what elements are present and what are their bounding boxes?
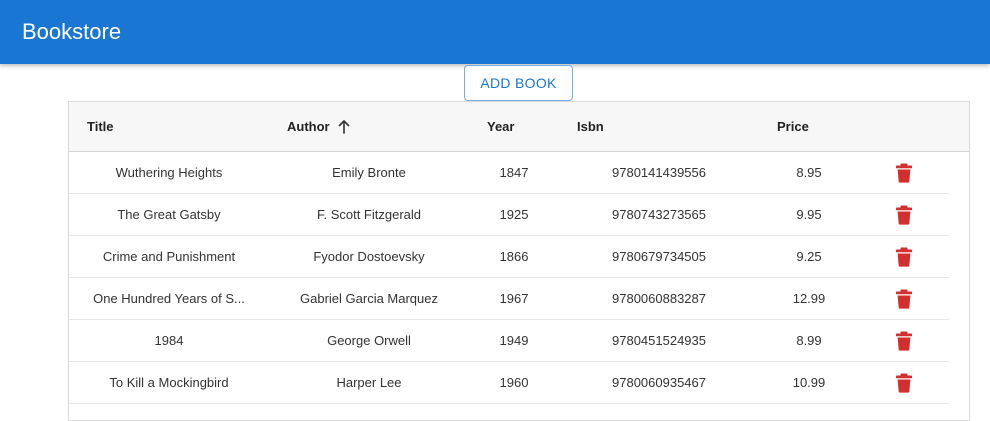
table-row[interactable]: Crime and Punishment Fyodor Dostoevsky 186… xyxy=(69,236,949,278)
delete-button[interactable] xyxy=(879,236,929,277)
cell-title: To Kill a Mockingbird xyxy=(109,375,229,390)
cell-isbn: 9780679734505 xyxy=(612,249,706,264)
trash-icon xyxy=(896,163,912,183)
app-title: Bookstore xyxy=(22,19,122,44)
trash-icon xyxy=(896,373,912,393)
delete-button[interactable] xyxy=(879,194,929,235)
table-row[interactable]: One Hundred Years of S... Gabriel Garcia … xyxy=(69,278,949,320)
cell-title: Crime and Punishment xyxy=(102,249,236,264)
cell-isbn: 9780060935467 xyxy=(612,375,706,390)
cell-year: 1960 xyxy=(499,375,529,390)
column-header-author-label: Author xyxy=(287,119,330,134)
cell-title: Wuthering Heights xyxy=(115,165,223,180)
cell-year: 1866 xyxy=(499,249,529,264)
table-row[interactable]: To Kill a Mockingbird Harper Lee 1960 97800… xyxy=(69,362,949,404)
trash-icon xyxy=(896,205,912,225)
delete-button[interactable] xyxy=(879,320,929,361)
cell-title: 1984 xyxy=(154,333,184,348)
delete-button[interactable] xyxy=(879,278,929,319)
cell-year: 1967 xyxy=(499,291,529,306)
arrow-up-icon[interactable] xyxy=(338,119,350,134)
cell-year: 1949 xyxy=(499,333,529,348)
cell-author: George Orwell xyxy=(327,333,411,348)
column-header-price[interactable]: Price xyxy=(777,102,809,151)
app-bar: Bookstore xyxy=(0,0,990,64)
cell-price: 10.99 xyxy=(792,375,826,390)
table-header: Title Author Year Isbn Price xyxy=(69,102,969,152)
cell-price: 9.25 xyxy=(796,249,822,264)
cell-author: Emily Bronte xyxy=(332,165,406,180)
books-table: Title Author Year Isbn Price Wuthering H… xyxy=(68,101,970,421)
cell-isbn: 9780451524935 xyxy=(612,333,706,348)
table-row[interactable]: Wuthering Heights Emily Bronte 1847 9780141… xyxy=(69,152,949,194)
cell-title: One Hundred Years of S... xyxy=(93,291,245,306)
cell-title: The Great Gatsby xyxy=(117,207,221,222)
cell-year: 1847 xyxy=(499,165,529,180)
cell-year: 1925 xyxy=(499,207,529,222)
cell-author: Harper Lee xyxy=(336,375,402,390)
cell-author: F. Scott Fitzgerald xyxy=(316,207,422,222)
cell-author: Fyodor Dostoevsky xyxy=(313,249,425,264)
cell-author: Gabriel Garcia Marquez xyxy=(300,291,438,306)
cell-price: 8.99 xyxy=(796,333,822,348)
table-row[interactable]: 1984 George Orwell 1949 9780451524935 8.99 xyxy=(69,320,949,362)
column-header-year[interactable]: Year xyxy=(487,102,514,151)
table-row[interactable]: The Great Gatsby F. Scott Fitzgerald 1925 9… xyxy=(69,194,949,236)
column-header-title[interactable]: Title xyxy=(87,102,114,151)
cell-isbn: 9780060883287 xyxy=(612,291,706,306)
delete-button[interactable] xyxy=(879,362,929,403)
cell-isbn: 9780743273565 xyxy=(612,207,706,222)
trash-icon xyxy=(896,247,912,267)
column-header-author[interactable]: Author xyxy=(287,102,350,151)
cell-price: 9.95 xyxy=(796,207,822,222)
trash-icon xyxy=(896,289,912,309)
cell-isbn: 9780141439556 xyxy=(612,165,706,180)
trash-icon xyxy=(896,331,912,351)
cell-price: 8.95 xyxy=(796,165,822,180)
delete-button[interactable] xyxy=(879,152,929,193)
add-book-button[interactable]: ADD BOOK xyxy=(464,65,573,101)
cell-price: 12.99 xyxy=(792,291,826,306)
column-header-isbn[interactable]: Isbn xyxy=(577,102,604,151)
